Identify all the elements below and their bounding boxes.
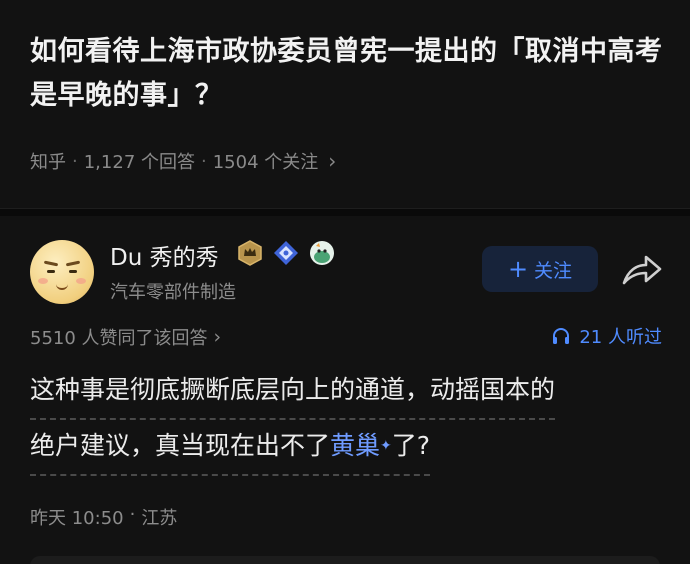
mascot-badge-icon[interactable] <box>308 239 336 267</box>
chevron-right-icon: › <box>213 326 222 348</box>
chevron-right-icon: › <box>328 149 337 173</box>
section-divider <box>0 208 690 216</box>
upvote-count: 5510 人赞同了该回答 <box>30 328 208 349</box>
plus-icon: + <box>507 255 529 283</box>
next-card <box>30 556 660 564</box>
avatar-eye <box>47 270 55 273</box>
follow-label: 关注 <box>534 259 573 282</box>
avatar[interactable] <box>30 240 94 304</box>
post-location: 江苏 <box>141 508 178 529</box>
meta-separator: · <box>129 504 136 525</box>
answer-line: 绝户建议，真当现在出不了黄巢✦了? <box>30 420 431 476</box>
answer-count: 1,127 个回答 <box>83 152 195 173</box>
answer-text-2b: 了? <box>391 431 431 460</box>
answer-text-1: 这种事是彻底撅断底层向上的通道，动摇国本的 <box>30 375 556 404</box>
upvote-summary[interactable]: 5510 人赞同了该回答 › <box>30 324 221 350</box>
listen-count[interactable]: 21 人听过 <box>551 323 662 349</box>
sparkle-icon: ✦ <box>380 438 392 454</box>
answer-text-2a: 绝户建议，真当现在出不了 <box>30 431 331 460</box>
author-badges <box>236 239 336 267</box>
follower-count: 1504 个关注 <box>212 152 319 173</box>
diamond-badge-icon[interactable] <box>272 239 300 267</box>
answer-timestamp: 昨天 10:50 · 江苏 <box>30 504 177 530</box>
meta-separator: · <box>72 150 78 172</box>
avatar-mouth <box>56 284 68 290</box>
avatar-brow <box>65 260 81 267</box>
avatar-blush <box>38 278 48 284</box>
author-headline: 汽车零部件制造 <box>110 282 236 303</box>
answer-line: 这种事是彻底撅断底层向上的通道，动摇国本的 <box>30 364 556 420</box>
headphones-icon <box>553 328 570 344</box>
question-title[interactable]: 如何看待上海市政协委员曾宪一提出的「取消中高考是早晚的事」？ <box>30 30 670 118</box>
search-keyword-link[interactable]: 黄巢 <box>330 431 380 460</box>
answer-content[interactable]: 这种事是彻底撅断底层向上的通道，动摇国本的 绝户建议，真当现在出不了黄巢✦了? <box>30 364 670 476</box>
meta-separator: · <box>201 150 207 172</box>
author-name[interactable]: Du 秀的秀 <box>110 238 219 272</box>
avatar-brow <box>43 260 59 267</box>
crown-badge-icon[interactable] <box>236 239 264 267</box>
share-icon[interactable] <box>620 250 664 290</box>
avatar-blush <box>76 278 86 284</box>
answer-page: 如何看待上海市政协委员曾宪一提出的「取消中高考是早晚的事」？ 知乎 · 1,12… <box>0 0 690 564</box>
avatar-eye <box>69 270 77 273</box>
source-label: 知乎 <box>30 152 66 173</box>
post-time: 昨天 10:50 <box>30 508 124 529</box>
question-meta[interactable]: 知乎 · 1,127 个回答 · 1504 个关注 › <box>30 148 336 174</box>
listener-count: 21 人听过 <box>579 327 662 348</box>
follow-button[interactable]: + 关注 <box>482 246 598 292</box>
